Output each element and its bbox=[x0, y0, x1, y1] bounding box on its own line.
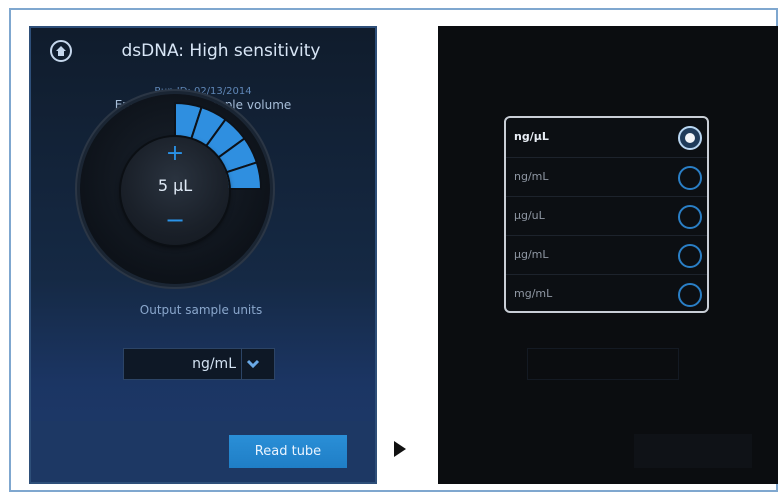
output-units-value: ng/mL bbox=[192, 356, 236, 372]
decrease-volume-button[interactable]: − bbox=[163, 208, 187, 232]
output-units-label: Output sample units bbox=[139, 303, 263, 317]
screen-title: dsDNA: High sensitivity bbox=[121, 41, 321, 61]
unit-option-ug-per-ml[interactable]: µg/mL bbox=[506, 235, 707, 274]
units-popup: ng/µL ng/mL µg/uL µg/mL mg/mL bbox=[504, 116, 709, 313]
radio-button[interactable] bbox=[678, 166, 702, 190]
right-screen: ng/µL ng/mL µg/uL µg/mL mg/mL bbox=[438, 26, 778, 484]
radio-button[interactable] bbox=[678, 283, 702, 307]
unit-option-label: ng/µL bbox=[514, 130, 549, 143]
radio-button[interactable] bbox=[678, 244, 702, 268]
unit-option-label: µg/mL bbox=[514, 248, 549, 261]
output-units-select[interactable]: ng/mL bbox=[123, 348, 275, 380]
unit-option-mg-per-ml[interactable]: mg/mL bbox=[506, 274, 707, 311]
read-tube-button[interactable]: Read tube bbox=[229, 435, 347, 468]
unit-option-label: µg/uL bbox=[514, 209, 545, 222]
dimmed-units-select bbox=[527, 348, 679, 380]
radio-dot bbox=[685, 133, 695, 143]
select-divider bbox=[241, 349, 242, 379]
unit-option-ng-per-ml[interactable]: ng/mL bbox=[506, 157, 707, 196]
dimmed-read-button bbox=[634, 434, 752, 468]
home-icon bbox=[56, 46, 66, 56]
unit-option-ng-per-ul[interactable]: ng/µL bbox=[506, 118, 707, 157]
transition-arrow bbox=[394, 441, 406, 457]
volume-value: 5 µL bbox=[157, 176, 193, 195]
unit-option-label: mg/mL bbox=[514, 287, 553, 300]
unit-option-label: ng/mL bbox=[514, 170, 549, 183]
unit-option-ug-per-ul[interactable]: µg/uL bbox=[506, 196, 707, 235]
home-button[interactable] bbox=[50, 40, 72, 62]
radio-selected[interactable] bbox=[678, 126, 702, 150]
increase-volume-button[interactable]: + bbox=[163, 142, 187, 166]
radio-button[interactable] bbox=[678, 205, 702, 229]
chevron-down-icon[interactable] bbox=[246, 357, 260, 371]
